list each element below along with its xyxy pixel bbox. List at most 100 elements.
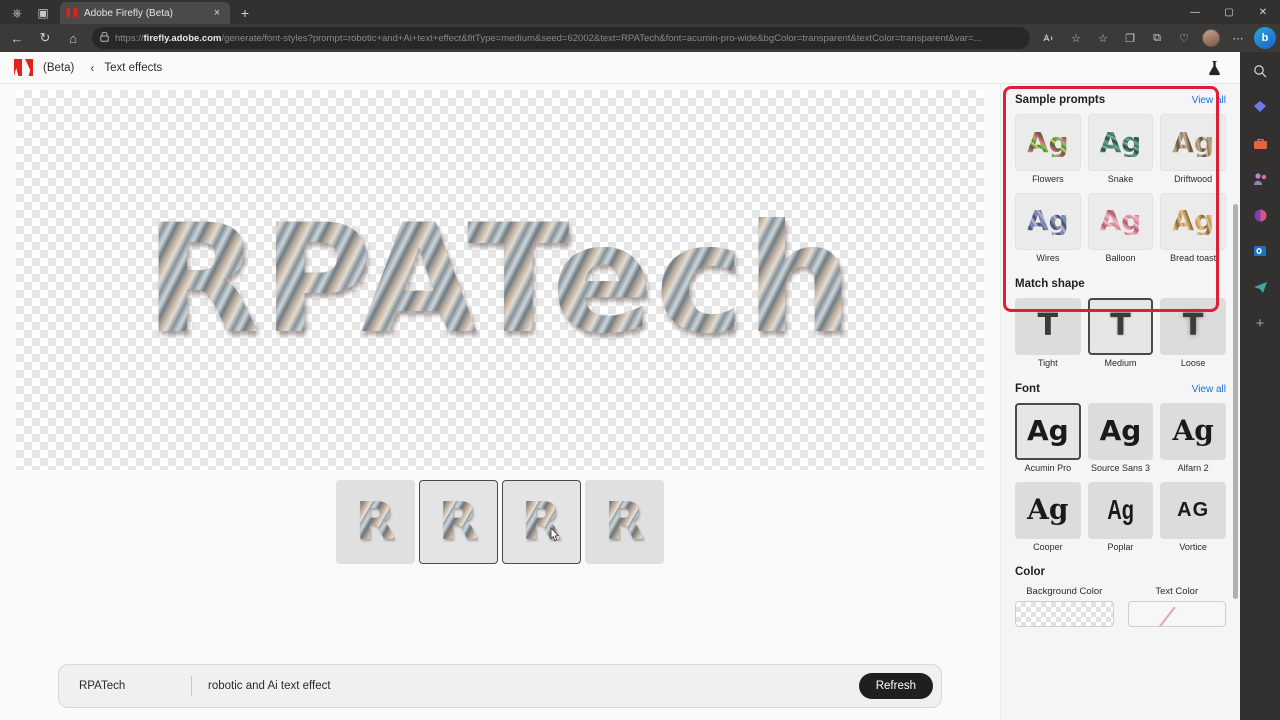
sample-prompt-label: Wires <box>1036 252 1060 263</box>
browser-tab-adobe-firefly[interactable]: Adobe Firefly (Beta) × <box>60 2 230 24</box>
color-swatches: Background Color Text Color <box>1015 586 1226 628</box>
profile-avatar[interactable] <box>1202 29 1220 47</box>
sample-prompt-balloon[interactable]: Ag Balloon <box>1087 192 1154 264</box>
font-source-sans-3[interactable]: Ag Source Sans 3 <box>1087 402 1154 474</box>
sample-glyph: Ag <box>1099 125 1142 159</box>
teams-icon[interactable] <box>1249 276 1271 298</box>
url-host: firefly.adobe.com <box>143 32 222 44</box>
outlook-icon[interactable] <box>1249 240 1271 262</box>
font-label: Vortice <box>1179 541 1207 552</box>
shopping-icon[interactable] <box>1249 132 1271 154</box>
rail-content: Sample prompts View all Ag Flowers Ag Sn… <box>1001 84 1240 628</box>
variant-thumb-4[interactable]: R <box>585 480 664 564</box>
sample-prompt-driftwood[interactable]: Ag Driftwood <box>1160 114 1226 185</box>
font-glyph: AG <box>1177 499 1210 522</box>
settings-rail: Sample prompts View all Ag Flowers Ag Sn… <box>1000 84 1240 720</box>
background-color-swatch[interactable] <box>1015 601 1114 628</box>
browser-window: ⎈ ▣ Adobe Firefly (Beta) × + — ▢ ✕ ← ↻ ⌂… <box>0 0 1280 720</box>
add-sidebar-icon[interactable]: + <box>1249 312 1271 334</box>
split-screen-icon[interactable]: ⧉ <box>1144 27 1170 49</box>
sample-glyph: Ag <box>1026 125 1069 159</box>
match-shape-label: Medium <box>1104 357 1137 368</box>
font-vortice[interactable]: AG Vortice <box>1160 481 1226 553</box>
sample-prompts-view-all[interactable]: View all <box>1192 95 1226 106</box>
sample-prompt-flowers[interactable]: Ag Flowers <box>1015 114 1081 185</box>
sample-prompt-tile: Ag <box>1087 192 1154 250</box>
color-title: Color <box>1015 566 1046 579</box>
breadcrumb: Text effects <box>104 61 163 74</box>
variant-thumb-3[interactable]: R <box>502 480 581 564</box>
copilot-icon[interactable] <box>1249 96 1271 118</box>
settings-more-icon[interactable]: ⋯ <box>1225 27 1251 49</box>
favorites-hub-icon[interactable]: ☆ <box>1090 27 1116 49</box>
text-color-swatch[interactable] <box>1127 601 1226 628</box>
font-acumin-pro[interactable]: Ag Acumin Pro <box>1015 402 1081 474</box>
font-label: Acumin Pro <box>1024 462 1072 473</box>
reload-button[interactable]: ↻ <box>32 27 58 49</box>
copilot-bing-icon[interactable]: b <box>1254 27 1276 49</box>
color-header: Color <box>1015 566 1226 578</box>
font-poplar[interactable]: Ag Poplar <box>1087 481 1154 553</box>
beta-flask-icon[interactable] <box>1202 56 1226 80</box>
address-bar[interactable]: https://firefly.adobe.com/generate/font-… <box>92 27 1030 49</box>
adobe-logo[interactable] <box>14 59 33 76</box>
search-icon[interactable] <box>1249 60 1271 82</box>
collections-icon[interactable]: ❐ <box>1117 27 1143 49</box>
font-alfarn-2[interactable]: Ag Alfarn 2 <box>1160 402 1226 474</box>
variant-thumb-2[interactable]: R <box>419 480 498 564</box>
font-header: Font View all <box>1015 383 1226 395</box>
back-chevron-icon[interactable]: ‹ <box>90 61 94 75</box>
t-glyph: T <box>1110 308 1131 344</box>
favorite-star-icon[interactable]: ☆ <box>1063 27 1089 49</box>
sample-glyph: Ag <box>1026 204 1069 238</box>
match-shape-tight[interactable]: T Tight <box>1015 297 1081 369</box>
font-glyph: Ag <box>1172 414 1214 448</box>
back-button[interactable]: ← <box>4 27 30 49</box>
new-tab-button[interactable]: + <box>234 2 256 24</box>
text-effect-canvas[interactable]: RPATech <box>16 90 984 470</box>
browser-essentials-icon[interactable]: ♡ <box>1171 27 1197 49</box>
refresh-button[interactable]: Refresh <box>858 673 933 699</box>
variant-glyph: R <box>355 492 396 552</box>
sample-prompt-bread-toast[interactable]: Ag Bread toast <box>1160 192 1226 264</box>
people-icon[interactable] <box>1249 168 1271 190</box>
sample-prompts-title: Sample prompts <box>1015 94 1106 106</box>
prompt-input-value[interactable]: robotic and Ai text effect <box>208 680 859 692</box>
tab-actions-icon[interactable]: ▣ <box>30 2 56 24</box>
sample-prompt-snake[interactable]: Ag Snake <box>1087 114 1154 185</box>
font-label: Alfarn 2 <box>1177 462 1209 473</box>
home-button[interactable]: ⌂ <box>60 27 86 49</box>
match-shape-loose[interactable]: T Loose <box>1160 297 1226 369</box>
generated-wordmark: RPATech <box>145 193 855 367</box>
t-glyph: T <box>1037 308 1059 344</box>
maximize-button[interactable]: ▢ <box>1212 0 1246 24</box>
sample-glyph: Ag <box>1172 204 1215 238</box>
sample-prompt-label: Bread toast <box>1170 252 1217 263</box>
text-color-control[interactable]: Text Color <box>1127 586 1226 628</box>
sample-glyph: Ag <box>1099 204 1142 238</box>
sample-prompt-tile: Ag <box>1160 114 1226 171</box>
match-shape-title: Match shape <box>1015 277 1085 290</box>
match-shape-medium[interactable]: T Medium <box>1087 297 1154 369</box>
tab-close-icon[interactable]: × <box>210 6 224 20</box>
sample-prompt-wires[interactable]: Ag Wires <box>1015 192 1081 264</box>
sample-prompt-label: Driftwood <box>1174 174 1213 184</box>
background-color-control[interactable]: Background Color <box>1015 586 1114 628</box>
sample-prompt-tile: Ag <box>1015 114 1081 171</box>
workspaces-icon[interactable]: ⎈ <box>4 2 30 24</box>
adobe-firefly-favicon <box>66 7 78 19</box>
font-tile: Ag <box>1087 402 1154 460</box>
office-icon[interactable] <box>1249 204 1271 226</box>
firefly-app-bar: (Beta) ‹ Text effects <box>0 52 1240 84</box>
variant-thumb-1[interactable]: R <box>336 480 415 564</box>
text-input-value[interactable]: RPATech <box>79 680 191 692</box>
background-color-label: Background Color <box>1026 586 1103 598</box>
match-shape-grid: T Tight T Medium T Loose <box>1015 297 1226 369</box>
read-aloud-icon[interactable] <box>1036 27 1062 49</box>
minimize-button[interactable]: — <box>1178 0 1212 24</box>
font-view-all[interactable]: View all <box>1192 384 1226 395</box>
panel-scrollbar[interactable] <box>1233 204 1238 599</box>
close-window-button[interactable]: ✕ <box>1246 0 1280 24</box>
font-tile: Ag <box>1087 481 1154 539</box>
font-cooper[interactable]: Ag Cooper <box>1015 481 1081 553</box>
